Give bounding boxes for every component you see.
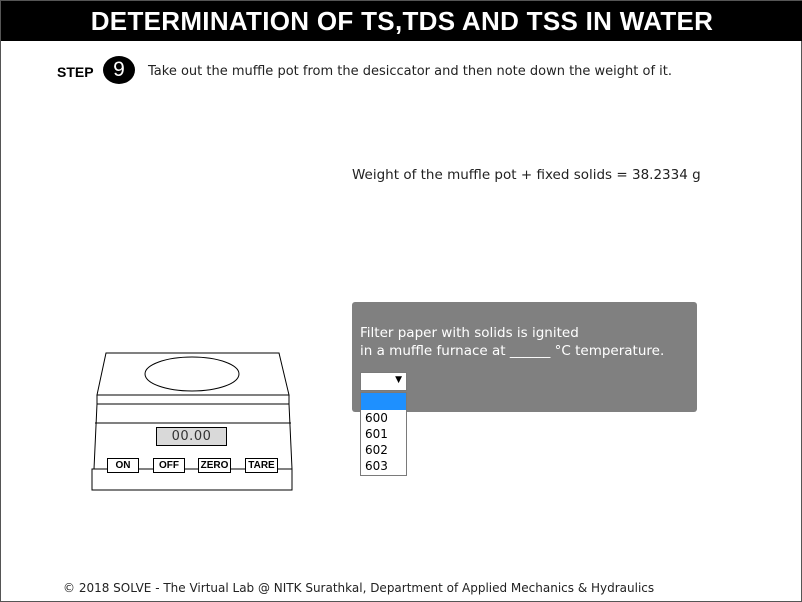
footer-copyright: © 2018 SOLVE - The Virtual Lab @ NITK Su… [63,581,655,595]
temperature-options-list[interactable]: 600 601 602 603 [360,392,407,476]
temperature-select[interactable]: ▼ [360,372,407,391]
weighing-balance: 00.00 ON OFF ZERO TARE [89,349,297,494]
option-600[interactable]: 600 [361,410,406,426]
step-number-badge: 9 [103,56,135,84]
balance-display: 00.00 [156,427,227,446]
page-title: DETERMINATION OF TS,TDS AND TSS IN WATER [1,1,802,41]
question-line-1: Filter paper with solids is ignited [360,325,579,341]
question-line-2: in a muffle furnace at ______ °C tempera… [360,343,665,359]
step-instruction: Take out the muffle pot from the desicca… [148,64,673,79]
option-601[interactable]: 601 [361,426,406,442]
chevron-down-icon: ▼ [395,375,402,385]
option-603[interactable]: 603 [361,458,406,474]
option-602[interactable]: 602 [361,442,406,458]
step-label: STEP [57,64,94,80]
page-frame: DETERMINATION OF TS,TDS AND TSS IN WATER… [0,0,802,602]
balance-on-button[interactable]: ON [107,458,139,473]
option-blank[interactable] [361,393,406,410]
balance-tare-button[interactable]: TARE [245,458,278,473]
balance-zero-button[interactable]: ZERO [198,458,231,473]
balance-off-button[interactable]: OFF [153,458,185,473]
weight-readout: Weight of the muffle pot + fixed solids … [352,167,701,183]
